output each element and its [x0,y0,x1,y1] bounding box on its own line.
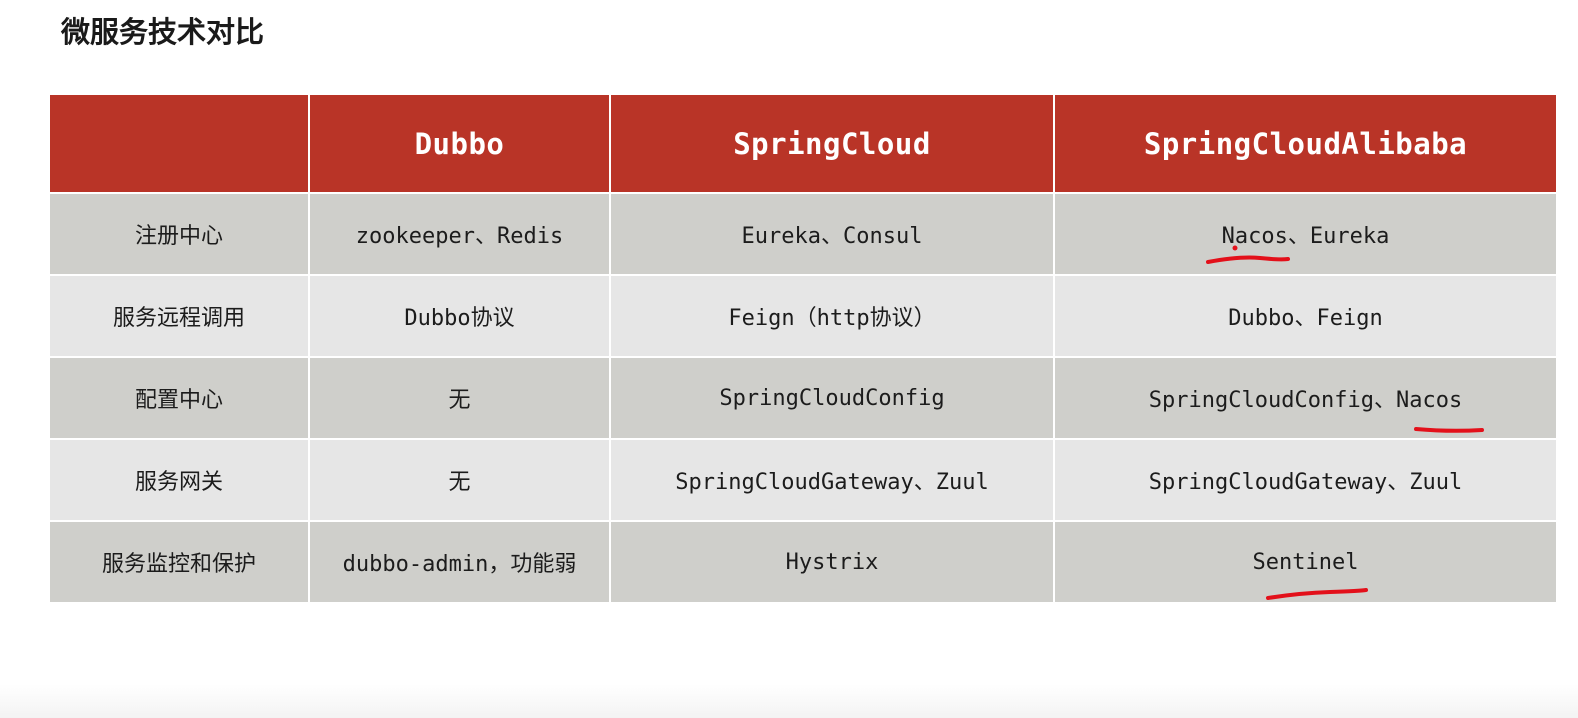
table-cell: Hystrix [609,520,1055,604]
table-row: 注册中心 zookeeper、Redis Eureka、Consul Nacos… [48,192,1558,276]
table-cell: Dubbo协议 [308,274,611,358]
table-cell: SpringCloudConfig [609,356,1055,440]
table-cell: Eureka、Consul [609,192,1055,276]
table-row: 服务监控和保护 dubbo-admin，功能弱 Hystrix Sentinel [48,520,1558,604]
table-cell: Sentinel [1053,520,1558,604]
row-label-cell: 服务远程调用 [48,274,310,358]
table-row: 配置中心 无 SpringCloudConfig SpringCloudConf… [48,356,1558,440]
table-cell: SpringCloudGateway、Zuul [1053,438,1558,522]
table-row: 服务网关 无 SpringCloudGateway、Zuul SpringClo… [48,438,1558,522]
table-cell: Nacos、Eureka [1053,192,1558,276]
table-cell: Dubbo、Feign [1053,274,1558,358]
row-label-cell: 服务网关 [48,438,310,522]
row-label-cell: 注册中心 [48,192,310,276]
header-cell-dubbo: Dubbo [308,93,611,194]
row-label-cell: 服务监控和保护 [48,520,310,604]
page-title: 微服务技术对比 [61,15,265,49]
table-cell: Feign（http协议） [609,274,1055,358]
header-row: Dubbo SpringCloud SpringCloudAlibaba [48,93,1558,194]
table-cell: SpringCloudGateway、Zuul [609,438,1055,522]
table-cell: dubbo-admin，功能弱 [308,520,611,604]
table-cell: SpringCloudConfig、Nacos [1053,356,1558,440]
row-label-cell: 配置中心 [48,356,310,440]
table-cell: 无 [308,438,611,522]
header-cell-springcloud: SpringCloud [609,93,1055,194]
table-cell: 无 [308,356,611,440]
table-cell: zookeeper、Redis [308,192,611,276]
table-row: 服务远程调用 Dubbo协议 Feign（http协议） Dubbo、Feign [48,274,1558,358]
comparison-table: Dubbo SpringCloud SpringCloudAlibaba 注册中… [48,93,1558,604]
header-cell-springcloudalibaba: SpringCloudAlibaba [1053,93,1558,194]
header-cell-empty [48,93,310,194]
bottom-strip [0,684,1578,718]
